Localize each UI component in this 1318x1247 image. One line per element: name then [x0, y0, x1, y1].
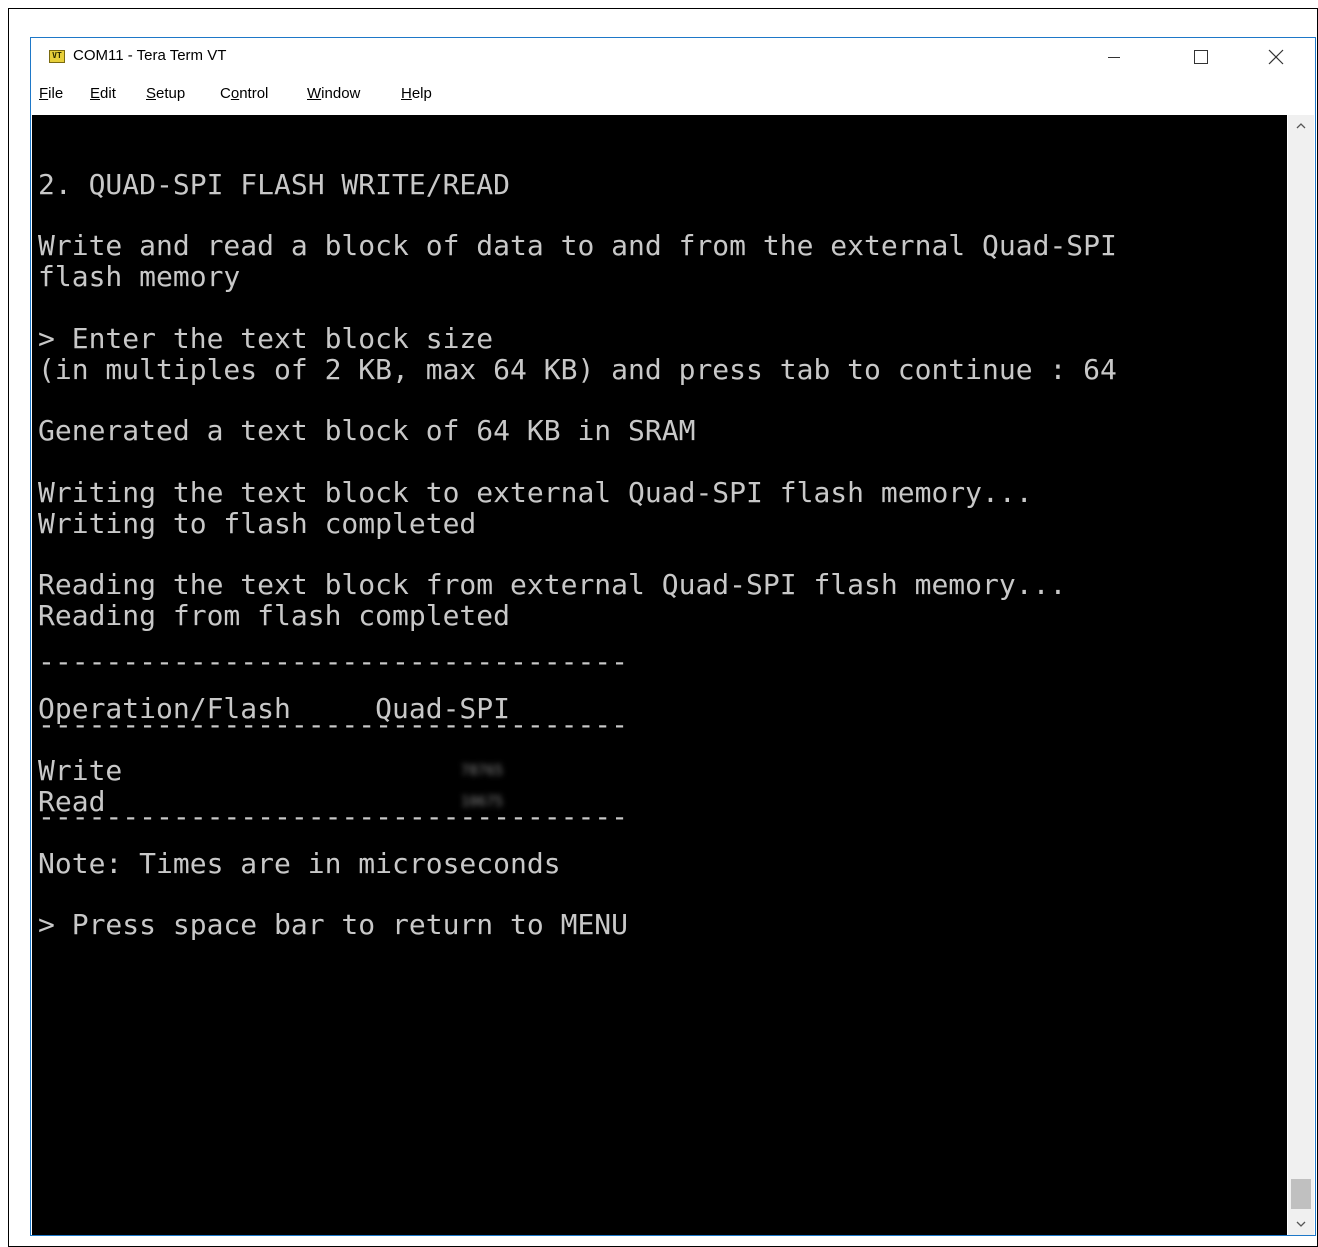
scroll-down-button[interactable]: [1288, 1213, 1314, 1235]
tera-term-app-icon[interactable]: VT: [49, 50, 65, 63]
table-separator: -----------------------------------: [38, 800, 629, 833]
terminal-line: Reading from flash completed: [38, 599, 511, 632]
terminal-line-note: Note: Times are in microseconds: [38, 847, 561, 880]
vertical-scrollbar[interactable]: [1288, 115, 1314, 1235]
close-icon: [1268, 49, 1284, 65]
table-row-write: Write: [38, 754, 123, 787]
menu-file[interactable]: File: [39, 85, 63, 102]
table-separator: -----------------------------------: [38, 708, 629, 741]
terminal-line: Writing to flash completed: [38, 507, 477, 540]
window-title: COM11 - Tera Term VT: [73, 47, 227, 64]
title-bar[interactable]: VT COM11 - Tera Term VT: [31, 38, 1315, 76]
menu-bar: File Edit Setup Control Window Help: [31, 76, 1315, 112]
terminal-screen[interactable]: 2. QUAD-SPI FLASH WRITE/READ Write and r…: [32, 115, 1287, 1235]
minimize-icon: [1108, 56, 1120, 58]
minimize-button[interactable]: [1091, 38, 1137, 76]
chevron-up-icon: [1296, 123, 1306, 129]
scrollbar-thumb[interactable]: [1291, 1179, 1311, 1209]
terminal-line: flash memory: [38, 260, 241, 293]
table-separator: -----------------------------------: [38, 645, 629, 678]
menu-help[interactable]: Help: [401, 85, 432, 102]
terminal-line: Generated a text block of 64 KB in SRAM: [38, 414, 696, 447]
chevron-down-icon: [1296, 1221, 1306, 1227]
maximize-icon: [1194, 50, 1208, 64]
terminal-line-heading: 2. QUAD-SPI FLASH WRITE/READ: [38, 168, 511, 201]
menu-window[interactable]: Window: [307, 85, 360, 102]
scroll-up-button[interactable]: [1288, 115, 1314, 137]
terminal-line: (in multiples of 2 KB, max 64 KB) and pr…: [38, 353, 1117, 386]
terminal-line-prompt: > Enter the text block size: [38, 322, 494, 355]
close-button[interactable]: [1253, 38, 1299, 76]
menu-edit[interactable]: Edit: [90, 85, 116, 102]
menu-control[interactable]: Control: [220, 85, 268, 102]
maximize-button[interactable]: [1178, 38, 1224, 76]
terminal-line: Reading the text block from external Qua…: [38, 568, 1067, 601]
menu-setup[interactable]: Setup: [146, 85, 185, 102]
read-time-value-redacted: 10675: [460, 793, 504, 810]
tera-term-window: VT COM11 - Tera Term VT File Edit Setup …: [30, 37, 1316, 1236]
terminal-line: Writing the text block to external Quad-…: [38, 476, 1033, 509]
terminal-line: Write and read a block of data to and fr…: [38, 229, 1117, 262]
write-time-value-redacted: 78765: [460, 762, 504, 779]
terminal-line-prompt: > Press space bar to return to MENU: [38, 908, 629, 941]
